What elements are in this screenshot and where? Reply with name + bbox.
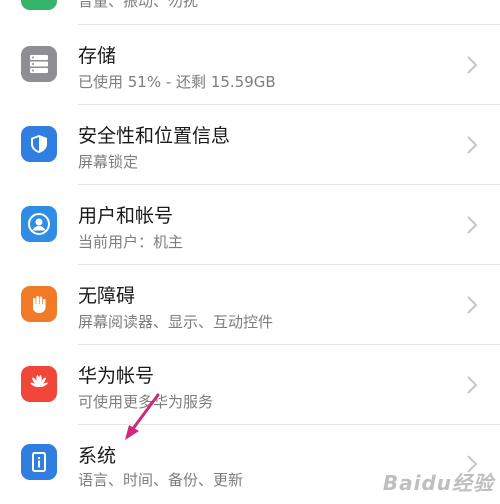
settings-item-subtitle: 已使用 51% - 还剩 15.59GB xyxy=(78,73,276,91)
user-icon xyxy=(21,206,57,242)
settings-item-storage[interactable]: 存储 已使用 51% - 还剩 15.59GB xyxy=(0,25,500,104)
settings-item-title: 安全性和位置信息 xyxy=(78,125,231,147)
settings-item-subtitle: 当前用户：机主 xyxy=(78,233,184,251)
settings-item-subtitle: 屏幕阅读器、显示、互动控件 xyxy=(78,313,274,331)
system-info-icon xyxy=(21,444,57,480)
chevron-right-icon xyxy=(467,296,478,314)
settings-item-title: 用户和帐号 xyxy=(78,205,174,227)
annotation-arrow-icon xyxy=(125,393,160,440)
hand-icon xyxy=(21,286,57,322)
settings-item-security[interactable]: 安全性和位置信息 屏幕锁定 xyxy=(0,105,500,184)
settings-item-huawei-account[interactable]: 华为帐号 可使用更多华为服务 xyxy=(0,345,500,424)
settings-item-title: 系统 xyxy=(78,445,117,467)
shield-icon xyxy=(21,126,57,162)
settings-item-users[interactable]: 用户和帐号 当前用户：机主 xyxy=(0,185,500,264)
storage-icon xyxy=(21,46,57,82)
sound-icon xyxy=(21,0,57,10)
settings-item-subtitle: 语言、时间、备份、更新 xyxy=(78,471,244,489)
chevron-right-icon xyxy=(467,136,478,154)
chevron-right-icon xyxy=(467,216,478,234)
settings-item-subtitle: 屏幕锁定 xyxy=(78,153,139,171)
sound-settings-subtitle: 音量、振动、勿扰 xyxy=(78,0,199,10)
huawei-icon xyxy=(21,366,57,402)
chevron-right-icon xyxy=(467,56,478,74)
watermark: Baidu经验 xyxy=(382,471,494,495)
settings-item-title: 无障碍 xyxy=(78,285,136,307)
settings-item-title: 华为帐号 xyxy=(78,365,155,387)
settings-item-accessibility[interactable]: 无障碍 屏幕阅读器、显示、互动控件 xyxy=(0,265,500,344)
chevron-right-icon xyxy=(467,376,478,394)
settings-item-title: 存储 xyxy=(78,45,117,67)
